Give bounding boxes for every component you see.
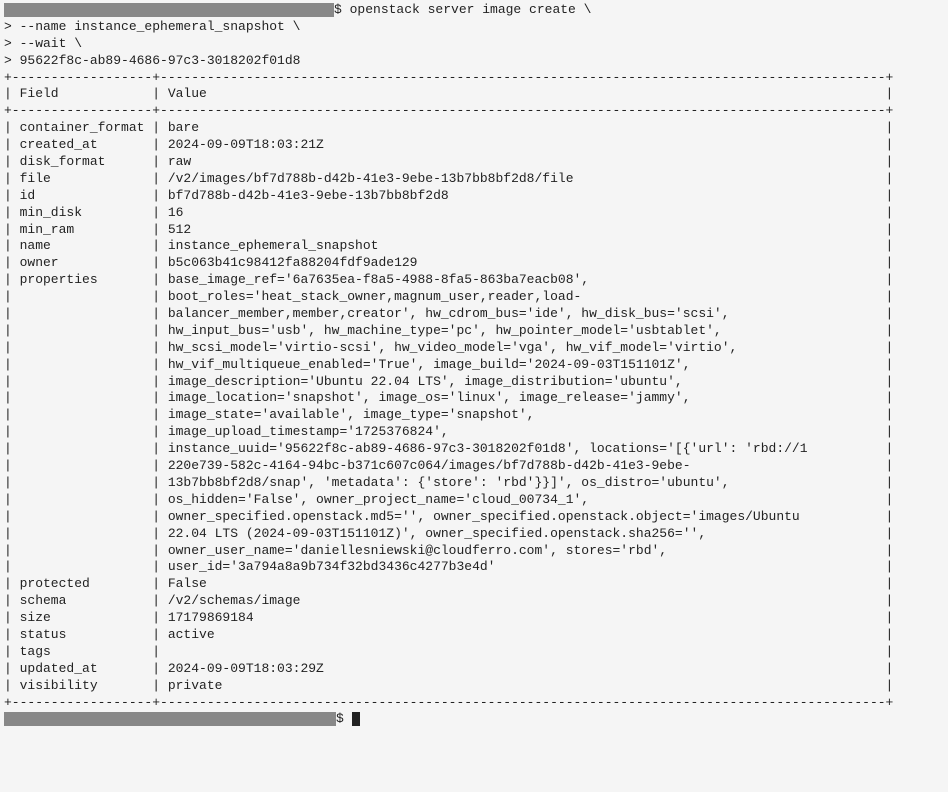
output-table: +------------------+--------------------… <box>4 70 944 712</box>
final-prompt-dollar: $ <box>336 711 352 726</box>
final-prompt-line[interactable]: $ <box>4 711 944 728</box>
command-line-1: $ openstack server image create \ <box>4 2 944 19</box>
redacted-prompt <box>4 3 334 17</box>
command-continuation-2: > --wait \ <box>4 36 944 53</box>
command-text: openstack server image create \ <box>350 2 592 17</box>
terminal-output: $ openstack server image create \ > --na… <box>0 0 948 730</box>
cursor <box>352 712 360 726</box>
command-continuation-3: > 95622f8c-ab89-4686-97c3-3018202f01d8 <box>4 53 944 70</box>
prompt-dollar: $ <box>334 2 350 17</box>
command-continuation-1: > --name instance_ephemeral_snapshot \ <box>4 19 944 36</box>
redacted-prompt-2 <box>4 712 336 726</box>
